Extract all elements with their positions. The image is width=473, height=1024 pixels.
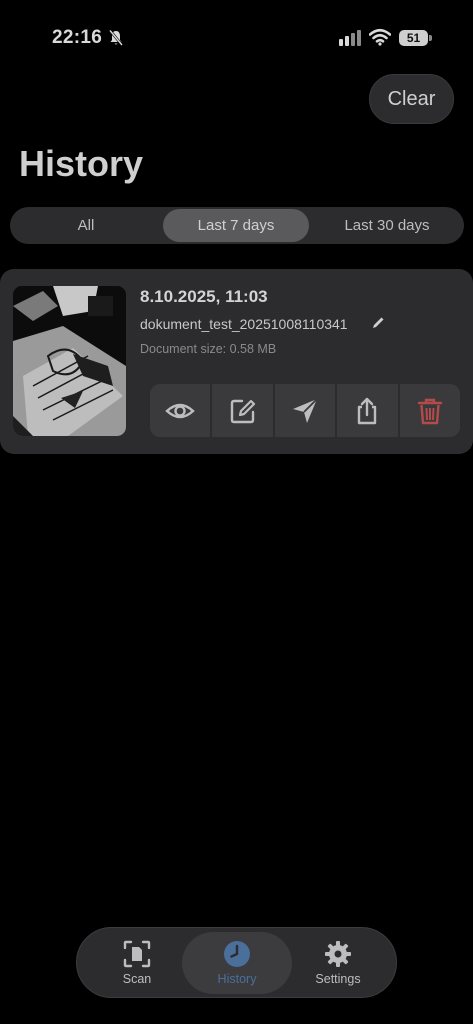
filter-last-30-days[interactable]: Last 30 days <box>312 209 462 242</box>
history-item-actions <box>150 384 461 437</box>
history-item-date: 8.10.2025, 11:03 <box>140 287 268 306</box>
page-title: History <box>19 143 144 184</box>
bottom-tab-bar: Scan History Settings <box>76 927 397 998</box>
clock-icon <box>224 941 250 967</box>
view-button[interactable] <box>150 384 211 437</box>
send-button[interactable] <box>274 384 336 437</box>
bell-muted-icon <box>108 29 124 46</box>
trash-icon <box>417 398 443 424</box>
rename-pencil-icon[interactable] <box>371 316 385 330</box>
history-item-filename: dokument_test_20251008110341 <box>140 316 348 332</box>
tab-scan[interactable]: Scan <box>82 932 192 994</box>
eye-icon <box>165 403 195 418</box>
document-thumbnail[interactable] <box>13 286 126 436</box>
status-time: 22:16 <box>52 27 103 48</box>
tab-settings[interactable]: Settings <box>283 932 393 994</box>
edit-icon <box>230 399 255 423</box>
edit-button[interactable] <box>212 384 273 437</box>
cellular-signal-icon <box>339 30 361 46</box>
send-icon <box>293 397 318 423</box>
tab-settings-label: Settings <box>315 972 361 986</box>
share-button[interactable] <box>337 384 398 437</box>
share-icon <box>358 397 377 424</box>
clear-button[interactable]: Clear <box>369 74 454 124</box>
filter-all[interactable]: All <box>12 209 160 242</box>
delete-button[interactable] <box>399 384 461 437</box>
battery-icon: 51 <box>399 30 432 46</box>
wifi-icon <box>369 28 391 46</box>
scan-document-icon <box>123 940 151 968</box>
filter-last-7-days[interactable]: Last 7 days <box>163 209 309 242</box>
gear-icon <box>325 941 351 967</box>
tab-history[interactable]: History <box>182 932 292 994</box>
status-bar: 22:16 51 <box>0 0 473 76</box>
tab-scan-label: Scan <box>122 972 152 986</box>
tab-history-label: History <box>217 972 257 986</box>
history-item-size: Document size: 0.58 MB <box>140 342 277 356</box>
history-screen: 22:16 51 Clear History All Last 7 days L… <box>0 0 473 1024</box>
battery-level: 51 <box>399 30 428 46</box>
date-filter-segmented-control: All Last 7 days Last 30 days <box>10 207 464 244</box>
